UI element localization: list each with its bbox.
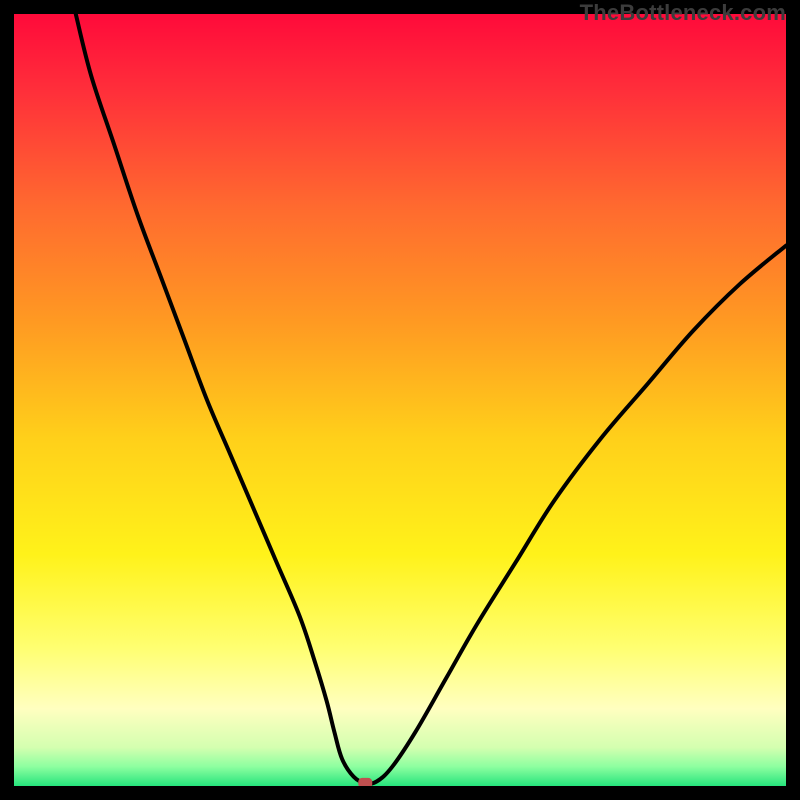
chart-background [14, 14, 786, 786]
watermark-text: TheBottleneck.com [580, 0, 786, 26]
minimum-marker [358, 778, 372, 786]
chart-frame [14, 14, 786, 786]
chart-plot [14, 14, 786, 786]
